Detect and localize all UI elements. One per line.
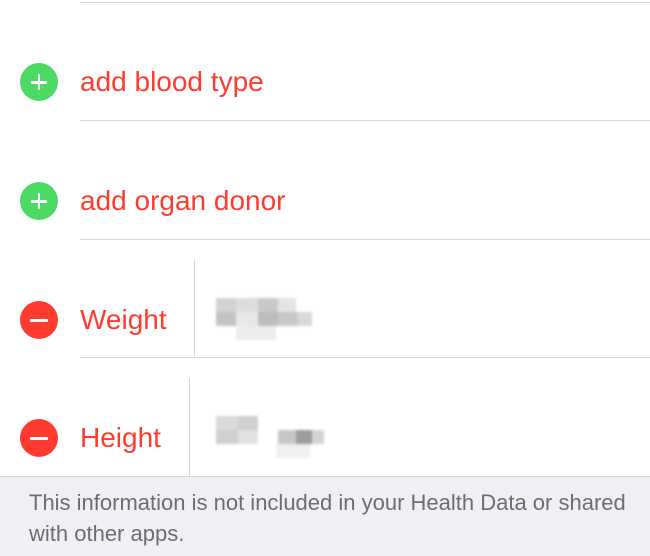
footer-note-section: This information is not included in your… [0, 476, 650, 556]
field-divider [194, 260, 195, 356]
height-value-field[interactable] [216, 414, 326, 458]
field-divider [189, 378, 190, 476]
weight-label: Weight [80, 304, 167, 335]
row-separator [80, 239, 650, 240]
weight-row[interactable]: Weight [0, 290, 650, 350]
row-separator [80, 120, 650, 121]
add-blood-type-label[interactable]: add blood type [80, 65, 264, 99]
weight-value-field[interactable] [216, 296, 312, 340]
add-blood-type-row[interactable]: add blood type [0, 52, 650, 112]
row-separator [80, 357, 650, 358]
add-icon[interactable] [20, 63, 58, 101]
height-label: Height [80, 422, 161, 453]
medical-id-edit-screen: add blood type add organ donor Weight He… [0, 0, 650, 556]
remove-icon[interactable] [20, 419, 58, 457]
add-organ-donor-label[interactable]: add organ donor [80, 184, 286, 218]
row-separator [80, 2, 650, 3]
add-icon[interactable] [20, 182, 58, 220]
add-organ-donor-row[interactable]: add organ donor [0, 171, 650, 231]
privacy-note: This information is not included in your… [29, 490, 626, 546]
remove-icon[interactable] [20, 301, 58, 339]
